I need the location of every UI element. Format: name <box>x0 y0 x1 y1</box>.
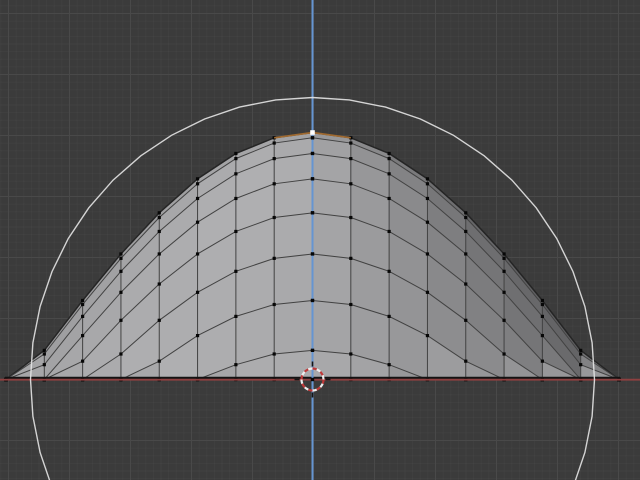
viewport-scene <box>0 0 640 480</box>
blender-3d-viewport[interactable] <box>0 0 640 480</box>
